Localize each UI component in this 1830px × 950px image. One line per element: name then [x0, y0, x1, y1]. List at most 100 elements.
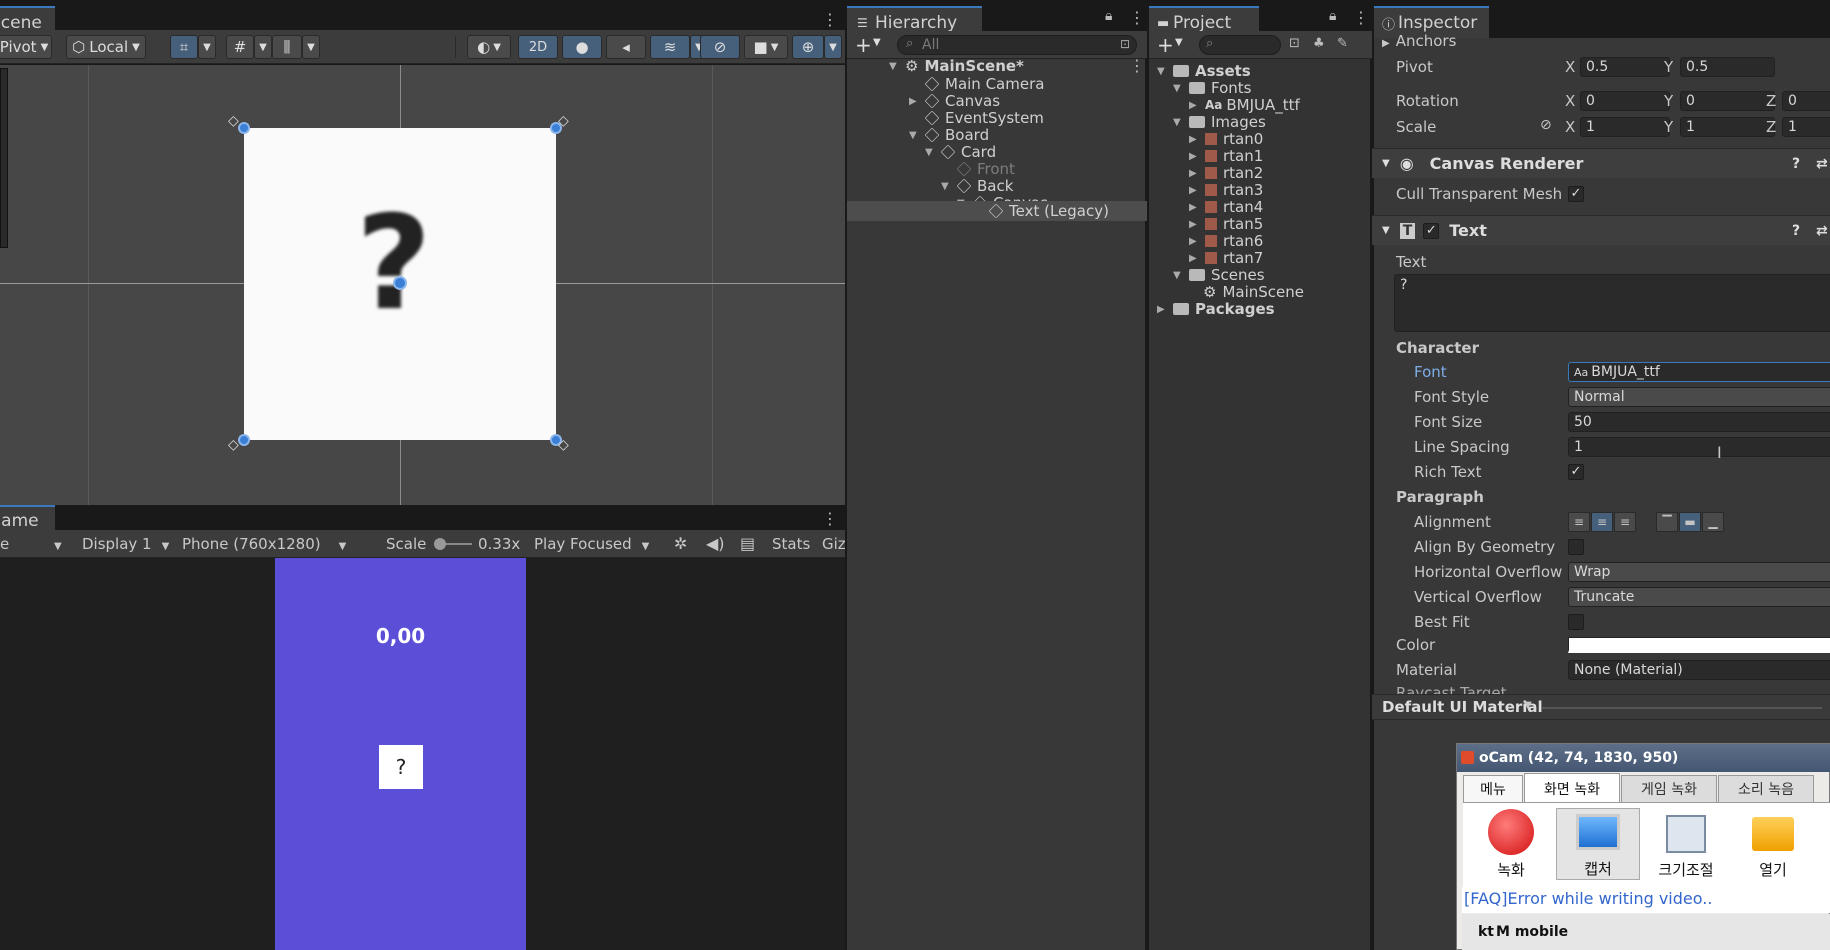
- tag-icon[interactable]: ✎: [1337, 36, 1348, 51]
- ocam-faq-link[interactable]: [FAQ]Error while writing video..: [1462, 887, 1830, 913]
- hierarchy-item-text-legacy[interactable]: Text (Legacy): [988, 201, 1109, 221]
- scene-more-icon[interactable]: ⋮: [1129, 56, 1145, 75]
- align-left-icon[interactable]: ≡: [1568, 512, 1590, 532]
- pivot-y-field[interactable]: 0.5: [1680, 57, 1775, 77]
- rotation-x-field[interactable]: 0: [1580, 91, 1670, 111]
- ocam-resize-button[interactable]: 크기조절: [1646, 808, 1726, 880]
- hierarchy-search-input[interactable]: ⌕ All ⊡: [897, 35, 1137, 55]
- stats-button[interactable]: Stats: [772, 535, 810, 553]
- rect-handle-icon[interactable]: [238, 122, 250, 134]
- best-fit-checkbox[interactable]: [1568, 614, 1584, 630]
- resolution-dropdown[interactable]: Phone (760x1280) ▼: [182, 535, 346, 553]
- rotation-y-field[interactable]: 0: [1680, 91, 1775, 111]
- material-preview-bar[interactable]: Default UI Material ▼: [1372, 694, 1830, 720]
- gizmos-button[interactable]: Giz: [822, 535, 846, 553]
- pivot-x-field[interactable]: 0.5: [1580, 57, 1670, 77]
- local-dropdown[interactable]: ⬡ Local ▼: [66, 35, 146, 59]
- help-icon[interactable]: ?: [1792, 156, 1800, 172]
- pivot-dropdown[interactable]: Pivot ▼: [0, 35, 52, 59]
- align-middle-icon[interactable]: ▬: [1679, 512, 1701, 532]
- scene-view[interactable]: ? ◇ ◇ ◇ ◇: [0, 65, 845, 505]
- anchors-foldout[interactable]: ▶ Anchors: [1382, 32, 1456, 50]
- search-by-label-icon[interactable]: ♣: [1313, 36, 1325, 51]
- ocam-ad-banner[interactable]: kt M mobile: [1462, 914, 1830, 950]
- pivot-handle-icon[interactable]: [393, 276, 407, 290]
- chevron-down-icon[interactable]: ▼: [873, 37, 881, 48]
- lock-icon[interactable]: 🔒︎: [1105, 8, 1112, 24]
- grid-toggle-icon[interactable]: #: [226, 35, 254, 59]
- scene-more-icon[interactable]: ⋮: [822, 10, 838, 29]
- hierarchy-more-icon[interactable]: ⋮: [1129, 8, 1145, 27]
- bug-icon[interactable]: ✲: [674, 534, 687, 553]
- vertical-overflow-dropdown[interactable]: Truncate: [1568, 587, 1830, 607]
- ocam-capture-button[interactable]: 캡처: [1556, 808, 1640, 880]
- rich-text-checkbox[interactable]: ✓: [1568, 464, 1584, 480]
- align-right-icon[interactable]: ≡: [1614, 512, 1636, 532]
- scene-overlay-toolbar[interactable]: [0, 68, 8, 248]
- canvas-renderer-header[interactable]: ▼ ◉ Canvas Renderer ? ⇄: [1372, 148, 1830, 178]
- add-icon[interactable]: +: [1157, 33, 1174, 57]
- ocam-open-button[interactable]: 열기: [1733, 808, 1813, 880]
- game-view-dropdown[interactable]: e ▼: [0, 535, 62, 553]
- audio-mute-icon[interactable]: ◂: [606, 35, 646, 59]
- gizmos-icon[interactable]: ⊕: [792, 35, 824, 59]
- scale-slider-handle[interactable]: [434, 538, 446, 550]
- increment-snap-icon[interactable]: ⫼: [272, 35, 302, 59]
- game-canvas[interactable]: 0,00 ?: [275, 558, 526, 950]
- play-mode-dropdown[interactable]: Play Focused ▼: [534, 535, 649, 553]
- project-search-input[interactable]: ⌕: [1199, 35, 1281, 55]
- text-component-header[interactable]: ▼ T ✓ Text ? ⇄: [1372, 215, 1830, 245]
- game-more-icon[interactable]: ⋮: [822, 509, 838, 528]
- ocam-tab-game-record[interactable]: 게임 녹화: [1621, 775, 1717, 803]
- font-field[interactable]: Aa BMJUA_ttf: [1568, 362, 1830, 382]
- settings-icon[interactable]: ⇄: [1816, 156, 1828, 172]
- material-field[interactable]: None (Material): [1568, 660, 1830, 680]
- chevron-down-icon[interactable]: ▼: [198, 35, 216, 59]
- keyboard-icon[interactable]: ▤: [740, 534, 755, 553]
- ocam-record-button[interactable]: 녹화: [1471, 808, 1551, 880]
- rect-handle-icon[interactable]: [238, 434, 250, 446]
- scale-z-field[interactable]: 1: [1782, 117, 1830, 137]
- lock-icon[interactable]: 🔒︎: [1329, 8, 1336, 24]
- grid-snap-icon[interactable]: ⌗: [170, 35, 198, 59]
- font-style-dropdown[interactable]: Normal: [1568, 387, 1830, 407]
- camera-icon[interactable]: ■ ▼: [744, 35, 788, 59]
- hierarchy-item-mainscene[interactable]: ▼ ⚙ MainScene*: [889, 56, 1024, 76]
- effects-icon[interactable]: ≋: [650, 35, 690, 59]
- rotation-z-field[interactable]: 0: [1782, 91, 1830, 111]
- project-item-packages[interactable]: ▶ Packages: [1157, 299, 1275, 319]
- ocam-tab-screen-record[interactable]: 화면 녹화: [1524, 773, 1620, 803]
- display-dropdown[interactable]: Display 1 ▼: [82, 535, 169, 553]
- help-icon[interactable]: ?: [1792, 223, 1800, 239]
- hidden-objects-icon[interactable]: ⊘: [700, 35, 740, 59]
- scale-y-field[interactable]: 1: [1680, 117, 1775, 137]
- project-more-icon[interactable]: ⋮: [1353, 8, 1369, 27]
- search-filter-icon[interactable]: ⊡: [1120, 37, 1130, 51]
- ocam-titlebar[interactable]: oCam (42, 74, 1830, 950): [1457, 744, 1830, 772]
- scale-x-field[interactable]: 1: [1580, 117, 1670, 137]
- horizontal-overflow-dropdown[interactable]: Wrap: [1568, 562, 1830, 582]
- line-spacing-field[interactable]: 1: [1568, 437, 1830, 457]
- align-by-geometry-checkbox[interactable]: [1568, 539, 1584, 555]
- lighting-icon[interactable]: ●: [562, 35, 602, 59]
- align-top-icon[interactable]: ▔: [1656, 512, 1678, 532]
- settings-icon[interactable]: ⇄: [1816, 223, 1828, 239]
- search-by-type-icon[interactable]: ⊡: [1289, 36, 1300, 51]
- chevron-down-icon[interactable]: ▼: [1175, 37, 1183, 48]
- chevron-down-icon[interactable]: ▼: [254, 35, 272, 59]
- draw-mode-icon[interactable]: ◐ ▼: [467, 35, 511, 59]
- text-enabled-checkbox[interactable]: ✓: [1423, 222, 1440, 239]
- align-center-icon[interactable]: ≡: [1591, 512, 1613, 532]
- font-size-field[interactable]: 50: [1568, 412, 1830, 432]
- chevron-down-icon[interactable]: ▼: [302, 35, 320, 59]
- ocam-tab-sound-record[interactable]: 소리 녹음: [1718, 775, 1814, 803]
- game-card[interactable]: ?: [379, 745, 423, 789]
- text-value-area[interactable]: ?: [1394, 274, 1830, 332]
- ocam-tab-menu[interactable]: 메뉴: [1463, 775, 1523, 803]
- toggle-2d-button[interactable]: 2D: [518, 35, 558, 59]
- align-bottom-icon[interactable]: ▁: [1702, 512, 1724, 532]
- speaker-icon[interactable]: ◀): [706, 534, 725, 553]
- chevron-down-icon[interactable]: ▼: [824, 35, 842, 59]
- cull-transparent-mesh-checkbox[interactable]: ✓: [1568, 186, 1584, 202]
- color-swatch[interactable]: [1568, 637, 1830, 653]
